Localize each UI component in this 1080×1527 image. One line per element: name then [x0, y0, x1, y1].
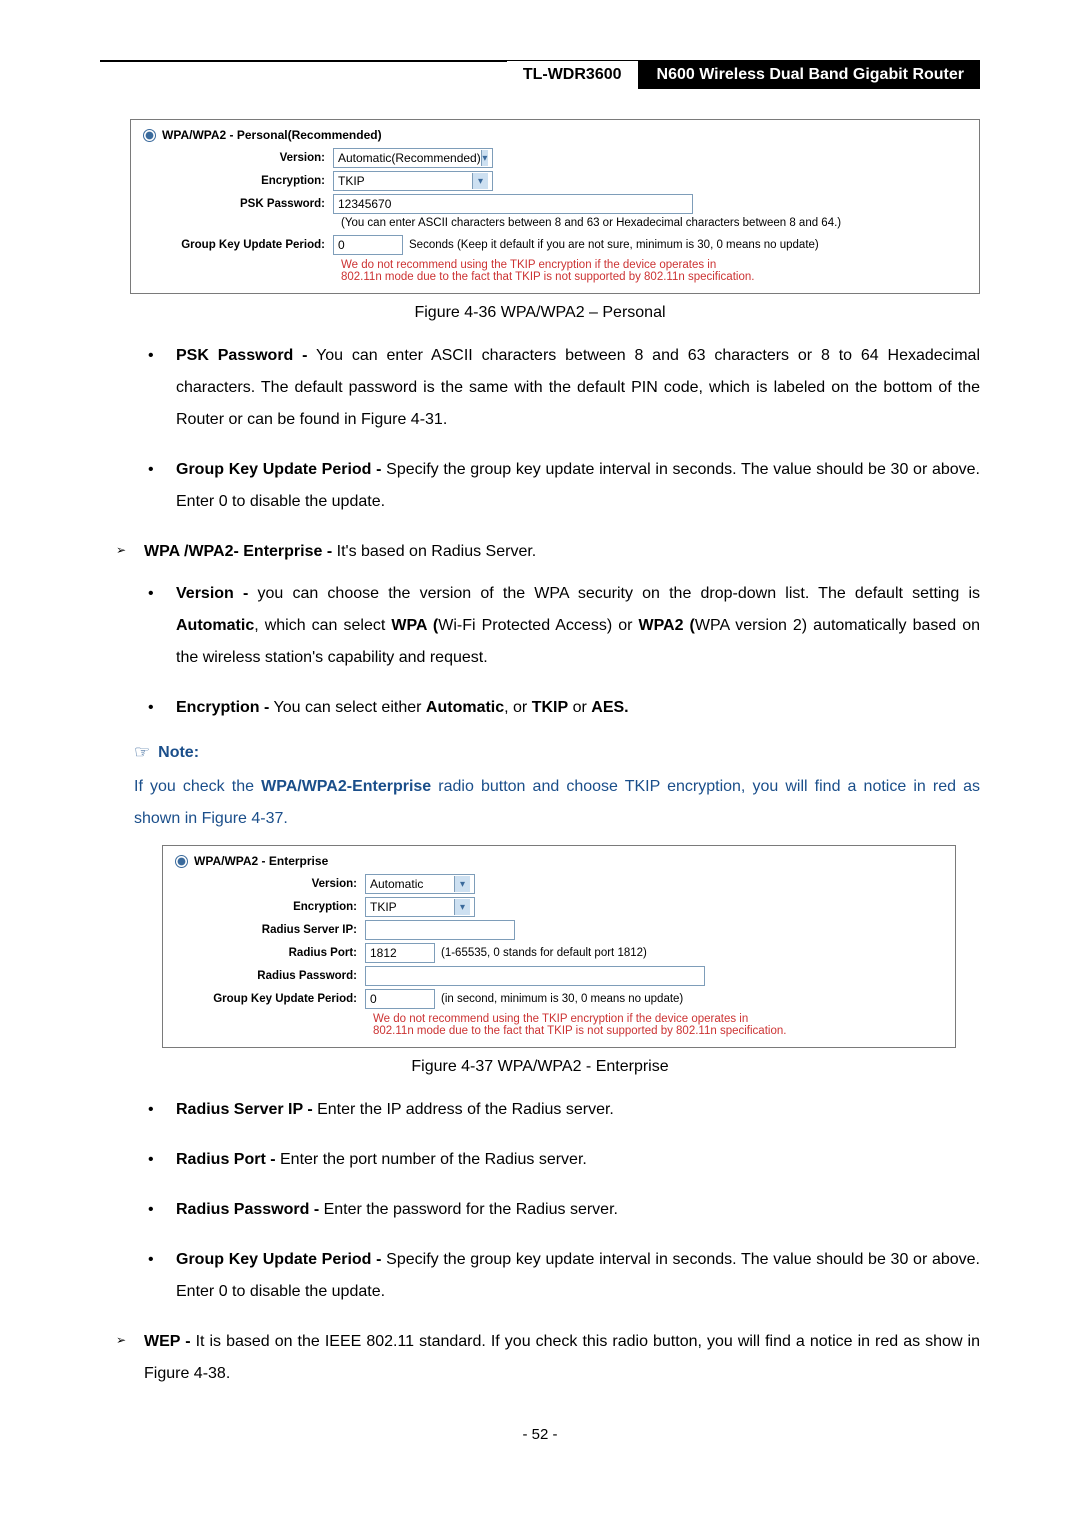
- wep-heading: WEP - It is based on the IEEE 802.11 sta…: [116, 1326, 980, 1390]
- radius-ip-label: Radius Server IP:: [175, 924, 365, 936]
- wpa-enterprise-heading: WPA /WPA2- Enterprise - It's based on Ra…: [116, 536, 980, 568]
- ent-gkup-hint: (in second, minimum is 30, 0 means no up…: [441, 993, 683, 1005]
- note-paragraph: If you check the WPA/WPA2-Enterprise rad…: [134, 771, 980, 835]
- gkup-input[interactable]: [333, 235, 403, 255]
- pointer-icon: ☞: [134, 742, 150, 763]
- radius-pwd-bullet: Radius Password - Enter the password for…: [148, 1194, 980, 1226]
- chevron-down-icon: ▾: [454, 899, 470, 915]
- radius-pwd-input[interactable]: [365, 966, 705, 986]
- radius-ip-bullet: Radius Server IP - Enter the IP address …: [148, 1094, 980, 1126]
- ent-encryption-select[interactable]: TKIP▾: [365, 897, 475, 917]
- ent-gkup-bullet: Group Key Update Period - Specify the gr…: [148, 1244, 980, 1308]
- note-label: Note:: [158, 744, 199, 762]
- ent-encryption-label: Encryption:: [175, 901, 365, 913]
- psk-hint: (You can enter ASCII characters between …: [341, 217, 967, 229]
- ent-version-select[interactable]: Automatic▾: [365, 874, 475, 894]
- psk-password-head: PSK Password -: [176, 347, 308, 364]
- ent-gkup-input[interactable]: [365, 989, 435, 1009]
- psk-label: PSK Password:: [143, 198, 333, 210]
- chevron-down-icon: ▾: [472, 173, 488, 189]
- wpa-personal-label: WPA/WPA2 - Personal(Recommended): [162, 128, 382, 142]
- radius-pwd-label: Radius Password:: [175, 970, 365, 982]
- encryption-label: Encryption:: [143, 175, 333, 187]
- ent-gkup-label: Group Key Update Period:: [175, 993, 365, 1005]
- radius-port-hint: (1-65535, 0 stands for default port 1812…: [441, 947, 647, 959]
- gkup-label: Group Key Update Period:: [143, 239, 333, 251]
- version-select-value: Automatic(Recommended): [338, 151, 481, 165]
- wpa-enterprise-radio[interactable]: [175, 855, 188, 868]
- radius-port-label: Radius Port:: [175, 947, 365, 959]
- note-row: ☞ Note:: [134, 742, 980, 763]
- chevron-down-icon: ▾: [454, 876, 470, 892]
- radius-ip-input[interactable]: [365, 920, 515, 940]
- wpa-enterprise-title: WPA /WPA2- Enterprise -: [144, 543, 332, 560]
- wpa-enterprise-label: WPA/WPA2 - Enterprise: [194, 854, 328, 868]
- tkip-warning-l1: We do not recommend using the TKIP encry…: [341, 259, 967, 271]
- page-number: - 52 -: [100, 1426, 980, 1443]
- figure-4-36-screenshot: WPA/WPA2 - Personal(Recommended) Version…: [130, 119, 980, 294]
- wpa-personal-radio[interactable]: [143, 129, 156, 142]
- figure-4-37-screenshot: WPA/WPA2 - Enterprise Version: Automatic…: [162, 845, 956, 1048]
- encryption-select[interactable]: TKIP ▾: [333, 171, 493, 191]
- encryption-head: Encryption -: [176, 699, 269, 716]
- version-head: Version -: [176, 585, 248, 602]
- figure-4-37-caption: Figure 4-37 WPA/WPA2 - Enterprise: [100, 1058, 980, 1076]
- encryption-bullet: Encryption - You can select either Autom…: [148, 692, 980, 724]
- version-label: Version:: [143, 152, 333, 164]
- version-bullet: Version - you can choose the version of …: [148, 578, 980, 674]
- psk-input[interactable]: [333, 194, 693, 214]
- radius-port-bullet: Radius Port - Enter the port number of t…: [148, 1144, 980, 1176]
- ent-tkip-warn-l2: 802.11n mode due to the fact that TKIP i…: [373, 1025, 943, 1037]
- model-label: TL-WDR3600: [507, 61, 641, 89]
- gkup-head: Group Key Update Period -: [176, 461, 381, 478]
- gkup-bullet: Group Key Update Period - Specify the gr…: [148, 454, 980, 518]
- ent-version-label: Version:: [175, 878, 365, 890]
- radius-port-input[interactable]: [365, 943, 435, 963]
- ent-tkip-warn-l1: We do not recommend using the TKIP encry…: [373, 1013, 943, 1025]
- chevron-down-icon: ▾: [481, 150, 488, 166]
- product-title: N600 Wireless Dual Band Gigabit Router: [641, 61, 980, 89]
- version-select[interactable]: Automatic(Recommended)▾: [333, 148, 493, 168]
- figure-4-36-caption: Figure 4-36 WPA/WPA2 – Personal: [100, 304, 980, 322]
- gkup-hint: Seconds (Keep it default if you are not …: [409, 239, 819, 251]
- psk-password-bullet: PSK Password - You can enter ASCII chara…: [148, 340, 980, 436]
- page-header: TL-WDR3600 N600 Wireless Dual Band Gigab…: [100, 60, 980, 89]
- encryption-select-value: TKIP: [338, 174, 365, 188]
- wpa-enterprise-body: It's based on Radius Server.: [332, 543, 536, 560]
- tkip-warning-l2: 802.11n mode due to the fact that TKIP i…: [341, 271, 967, 283]
